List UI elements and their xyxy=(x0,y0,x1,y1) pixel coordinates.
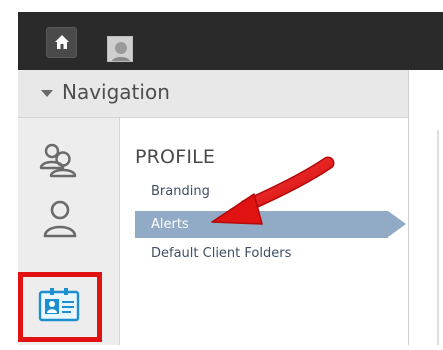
caret-down-icon xyxy=(41,90,53,97)
clients-icon[interactable] xyxy=(38,142,78,178)
avatar[interactable] xyxy=(107,36,133,62)
home-button[interactable] xyxy=(46,27,77,58)
menu-item-default-client-folders[interactable]: Default Client Folders xyxy=(135,240,388,267)
content-divider xyxy=(437,130,439,345)
avatar-icon xyxy=(108,37,132,61)
menu-item-branding[interactable]: Branding xyxy=(135,178,388,205)
navigation-title: Navigation xyxy=(62,80,170,104)
user-icon[interactable] xyxy=(42,200,78,238)
top-bar xyxy=(18,12,443,70)
profile-card-icon[interactable] xyxy=(38,286,80,324)
page: Navigation PROFILE Branding Alerts Defau… xyxy=(0,0,443,350)
menu-item-alerts[interactable]: Alerts xyxy=(135,211,388,238)
home-icon xyxy=(55,35,69,49)
navigation-header[interactable]: Navigation xyxy=(18,70,408,118)
section-title-profile: PROFILE xyxy=(135,146,216,168)
active-item-pointer xyxy=(388,211,406,237)
navigation-panel: Navigation PROFILE Branding Alerts Defau… xyxy=(18,70,409,345)
